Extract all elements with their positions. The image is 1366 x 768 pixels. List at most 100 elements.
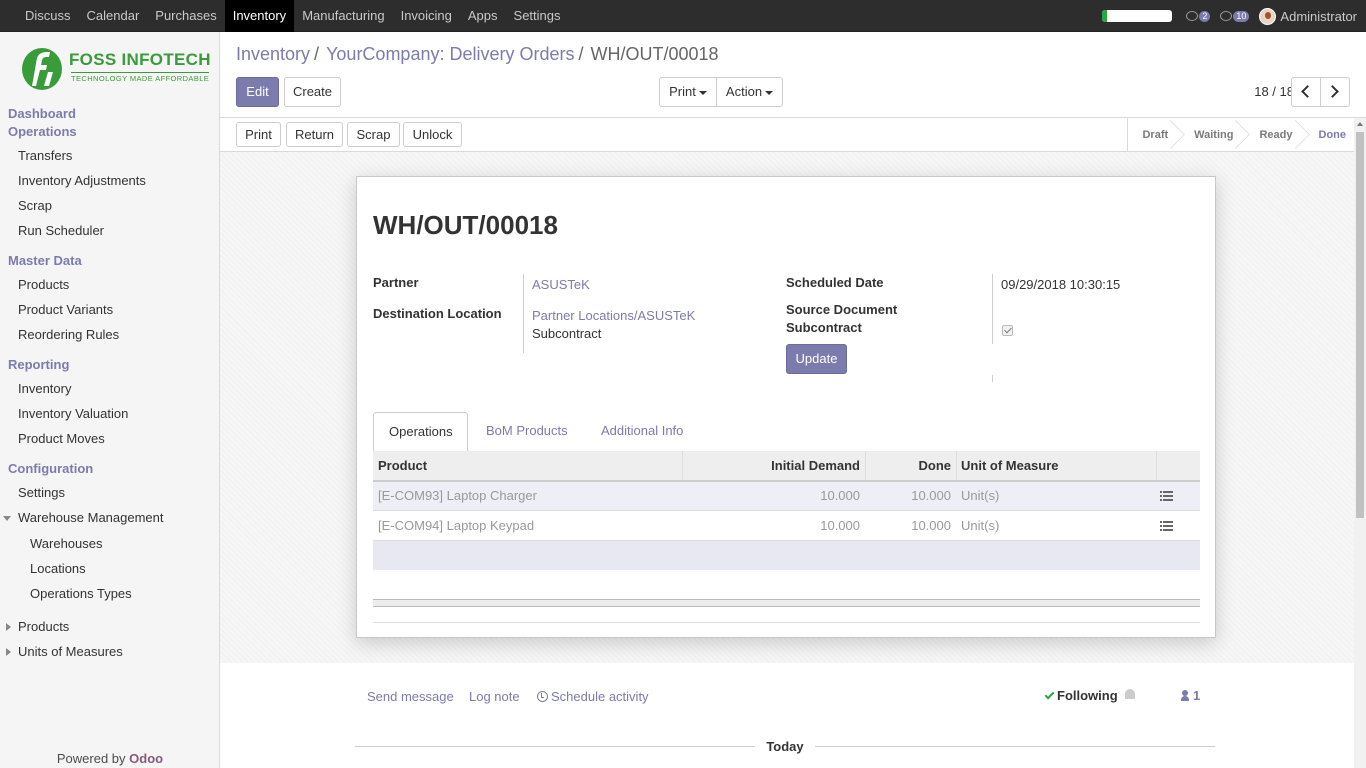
create-button[interactable]: Create <box>284 77 341 107</box>
subcontract-checkbox[interactable] <box>1002 325 1013 336</box>
form-sheet: WH/OUT/00018 Partner ASUSTeK Destination… <box>356 176 1216 638</box>
row-uom: Unit(s) <box>961 488 1000 503</box>
sidebar-section-configuration[interactable]: Configuration <box>8 461 93 476</box>
detailed-operations-icon[interactable] <box>1160 521 1173 531</box>
stage-waiting: Waiting <box>1180 118 1245 152</box>
tab-additional-info[interactable]: Additional Info <box>586 412 698 452</box>
stage-ready: Ready <box>1245 118 1304 152</box>
sidebar-item-config-products[interactable]: Products <box>18 619 69 634</box>
send-message-button[interactable]: Send message <box>367 689 454 704</box>
scrollbar-thumb[interactable] <box>1356 132 1364 518</box>
menu-apps[interactable]: Apps <box>460 0 506 32</box>
sidebar-item-scrap[interactable]: Scrap <box>18 198 52 213</box>
sidebar-item-settings[interactable]: Settings <box>18 485 65 500</box>
breadcrumb-delivery-orders[interactable]: YourCompany: Delivery Orders <box>326 44 574 65</box>
pager-next-button[interactable] <box>1320 77 1350 107</box>
activity-menu[interactable]: 2 <box>1186 10 1211 22</box>
caret-right-icon <box>6 648 11 656</box>
systray: 2 10 Administrator <box>1102 0 1366 32</box>
schedule-activity-button[interactable]: Schedule activity <box>537 689 649 704</box>
status-bar: Print Return Scrap Unlock Draft Waiting … <box>220 118 1366 152</box>
notebook-tabs: Operations BoM Products Additional Info <box>373 412 1200 453</box>
user-menu[interactable]: Administrator <box>1259 7 1357 25</box>
sidebar-section-reporting[interactable]: Reporting <box>8 357 69 372</box>
followers-count: 1 <box>1193 688 1201 703</box>
table-footer <box>373 599 1200 607</box>
sidebar-item-product-variants[interactable]: Product Variants <box>18 302 113 317</box>
sidebar-item-inventory-adjustments[interactable]: Inventory Adjustments <box>18 173 146 188</box>
breadcrumb: Inventory / YourCompany: Delivery Orders /… <box>236 44 719 65</box>
detailed-operations-icon[interactable] <box>1160 491 1173 501</box>
menu-purchases[interactable]: Purchases <box>147 0 224 32</box>
empty-table-row <box>373 541 1200 570</box>
sidebar-item-inventory-valuation[interactable]: Inventory Valuation <box>18 406 128 421</box>
partner-label: Partner <box>373 275 419 290</box>
stage-done: Done <box>1318 129 1347 141</box>
sidebar-item-product-moves[interactable]: Product Moves <box>18 431 105 446</box>
sidebar-item-run-scheduler[interactable]: Run Scheduler <box>18 223 104 238</box>
tab-operations[interactable]: Operations <box>373 412 468 453</box>
table-row[interactable]: [E-COM93] Laptop Charger 10.000 10.000 U… <box>373 482 1200 511</box>
following-button[interactable]: Following <box>1044 688 1118 703</box>
update-button[interactable]: Update <box>786 344 847 374</box>
destination-location-value[interactable]: Partner Locations/ASUSTeK <box>532 308 695 323</box>
sidebar-item-locations[interactable]: Locations <box>30 561 86 576</box>
stage-draft: Draft <box>1128 118 1180 152</box>
sidebar-item-transfers[interactable]: Transfers <box>18 148 72 163</box>
sidebar-item-units-of-measures[interactable]: Units of Measures <box>18 644 123 659</box>
sidebar-item-products[interactable]: Products <box>18 277 69 292</box>
pager-previous-button[interactable] <box>1291 77 1321 107</box>
table-row[interactable]: [E-COM94] Laptop Keypad 10.000 10.000 Un… <box>373 512 1200 541</box>
menu-calendar[interactable]: Calendar <box>79 0 148 32</box>
col-initial-demand[interactable]: Initial Demand <box>683 451 860 480</box>
menu-discuss[interactable]: Discuss <box>17 0 79 32</box>
print-button[interactable]: Print <box>236 122 281 147</box>
partner-value[interactable]: ASUSTeK <box>532 277 590 292</box>
table-divider <box>373 622 1200 623</box>
sidebar-item-operations-types[interactable]: Operations Types <box>30 586 132 601</box>
log-note-button[interactable]: Log note <box>469 689 520 704</box>
menu-inventory[interactable]: Inventory <box>224 0 295 32</box>
scheduled-date-value: 09/29/2018 10:30:15 <box>1001 277 1121 292</box>
unlock-button[interactable]: Unlock <box>403 122 462 147</box>
scrollbar[interactable] <box>1354 118 1366 768</box>
schedule-activity-label: Schedule activity <box>551 689 649 704</box>
pager-value[interactable]: 18 / 18 <box>1254 84 1294 99</box>
activity-icon <box>1186 11 1199 21</box>
odoo-link[interactable]: Odoo <box>129 751 163 766</box>
col-product[interactable]: Product <box>378 451 427 480</box>
tab-bom-products[interactable]: BoM Products <box>471 412 583 452</box>
chevron-down-icon <box>698 90 707 95</box>
today-label: Today <box>755 739 815 754</box>
control-panel: Inventory / YourCompany: Delivery Orders /… <box>220 32 1366 118</box>
return-button[interactable]: Return <box>286 122 343 147</box>
bell-icon[interactable] <box>1125 689 1135 699</box>
menu-settings[interactable]: Settings <box>506 0 569 32</box>
sidebar-item-warehouse-management[interactable]: Warehouse Management <box>18 510 164 525</box>
col-unit-of-measure[interactable]: Unit of Measure <box>961 451 1059 480</box>
sidebar-section-operations[interactable]: Operations <box>8 124 77 139</box>
print-dropdown[interactable]: Print <box>659 77 717 107</box>
menu-invoicing[interactable]: Invoicing <box>393 0 460 32</box>
destination-location-sub: Subcontract <box>532 326 602 341</box>
chat-icon <box>1220 11 1233 21</box>
sidebar-item-warehouses[interactable]: Warehouses <box>30 536 103 551</box>
row-initial-demand: 10.000 <box>820 488 860 503</box>
row-initial-demand: 10.000 <box>820 518 860 533</box>
edit-button[interactable]: Edit <box>236 77 279 107</box>
user-name: Administrator <box>1280 8 1357 24</box>
sidebar-item-reordering-rules[interactable]: Reordering Rules <box>18 327 119 342</box>
sidebar-dashboard[interactable]: Dashboard <box>8 106 76 121</box>
messaging-menu[interactable]: 10 <box>1220 10 1250 22</box>
breadcrumb-inventory[interactable]: Inventory <box>236 44 310 65</box>
followers-button[interactable]: 1 <box>1181 688 1200 703</box>
sidebar-item-inventory-report[interactable]: Inventory <box>18 381 71 396</box>
scrap-button[interactable]: Scrap <box>347 122 400 147</box>
action-dropdown[interactable]: Action <box>716 77 783 107</box>
col-done[interactable]: Done <box>866 451 952 480</box>
chevron-right-icon <box>1326 85 1339 98</box>
row-product: [E-COM93] Laptop Charger <box>378 488 537 503</box>
breadcrumb-current: WH/OUT/00018 <box>590 44 719 64</box>
menu-manufacturing[interactable]: Manufacturing <box>294 0 392 32</box>
sidebar-section-master-data[interactable]: Master Data <box>8 253 82 268</box>
